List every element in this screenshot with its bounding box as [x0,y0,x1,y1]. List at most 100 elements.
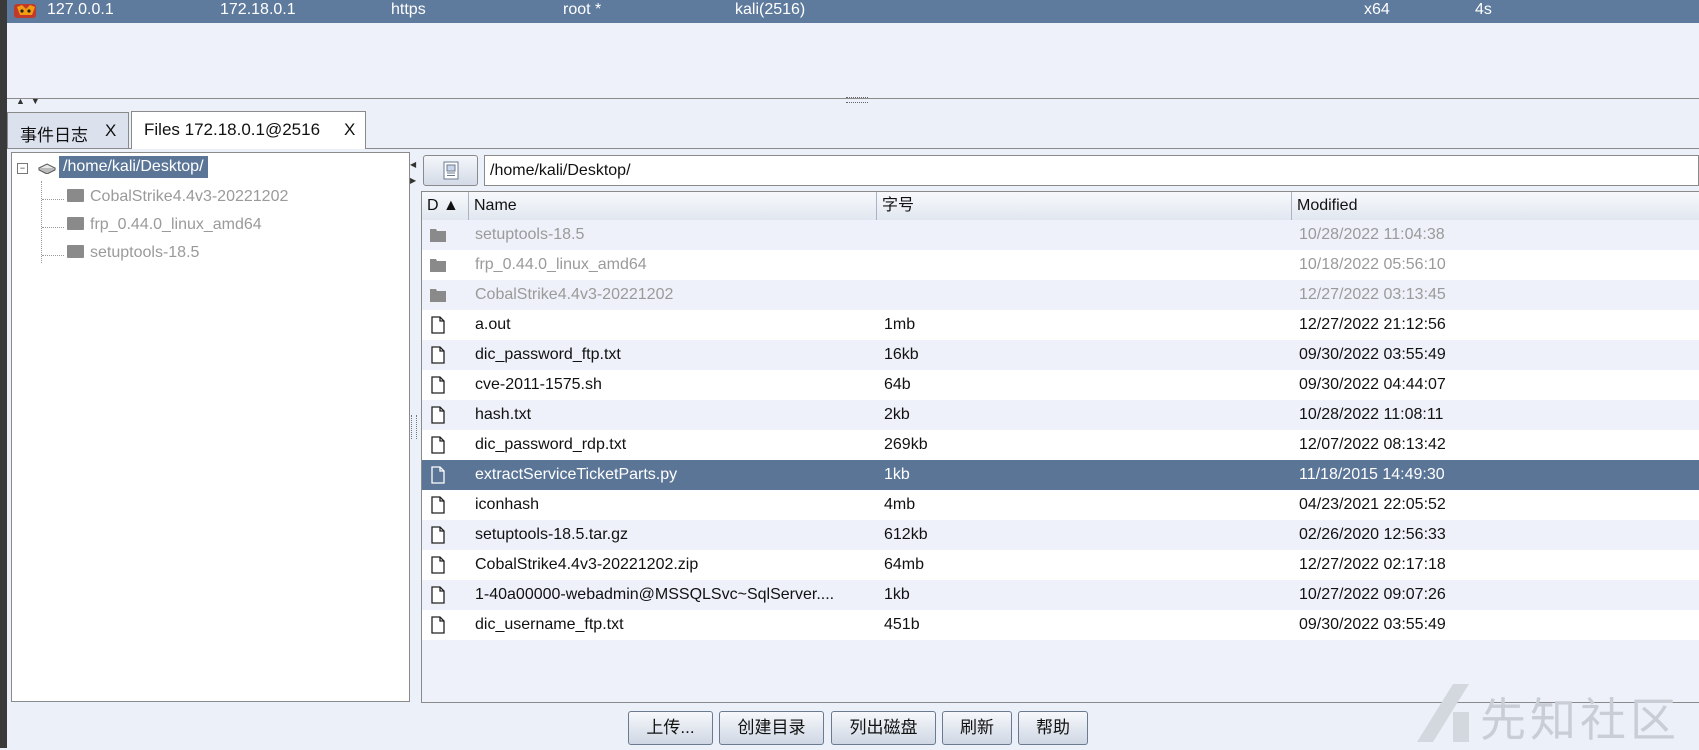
table-row[interactable]: dic_password_ftp.txt 16kb 09/30/2022 03:55… [422,340,1699,370]
tree-item[interactable]: CobalStrike4.4v3-20221202 [67,188,288,206]
file-name: dic_password_rdp.txt [475,436,627,453]
file-icon [431,586,445,604]
file-modified: 12/07/2022 08:13:42 [1299,436,1446,453]
vertical-splitter-grip[interactable] [411,415,417,439]
directory-tree[interactable]: − /home/kali/Desktop/ CobalStrike4.4v3-2… [11,152,410,702]
tab-event-log-close[interactable]: X [105,121,116,141]
folder-icon [67,217,84,230]
file-modified: 11/18/2015 14:49:30 [1299,466,1445,483]
file-name: a.out [475,316,511,333]
file-name: CobalStrike4.4v3-20221202 [475,286,674,303]
table-row[interactable]: a.out 1mb 12/27/2022 21:12:56 [422,310,1699,340]
folder-icon [67,245,84,258]
file-name: 1-40a00000-webadmin@MSSQLSvc~SqlServer..… [475,586,835,603]
file-size: 451b [884,616,920,633]
file-name: setuptools-18.5.tar.gz [475,526,628,543]
folder-icon [430,289,446,302]
splitter-grip[interactable] [846,97,868,103]
file-modified: 09/30/2022 03:55:49 [1299,346,1446,363]
tree-item[interactable]: setuptools-18.5 [67,244,199,262]
tree-item-label: frp_0.44.0_linux_amd64 [90,216,262,233]
list-drives-button[interactable]: 列出磁盘 [831,711,936,745]
table-row[interactable]: hash.txt 2kb 10/28/2022 11:08:11 [422,400,1699,430]
tab-files-close[interactable]: X [344,120,355,140]
file-name: frp_0.44.0_linux_amd64 [475,256,647,273]
folder-icon [430,259,446,272]
tree-connector [42,199,64,200]
file-modified: 10/28/2022 11:04:38 [1299,226,1445,243]
tree-connector [42,227,64,228]
column-header-modified[interactable]: Modified [1292,192,1699,220]
tab-files[interactable]: Files 172.18.0.1@2516 X [131,111,366,149]
file-icon [431,406,445,424]
session-arch: x64 [1364,1,1390,18]
file-name: CobalStrike4.4v3-20221202.zip [475,556,699,573]
tree-root[interactable]: /home/kali/Desktop/ [59,156,208,178]
column-header-d[interactable]: D ▲ [422,192,469,220]
watermark-logo-icon [1417,684,1469,742]
upload-button[interactable]: 上传... [628,711,713,745]
create-directory-button[interactable]: 创建目录 [719,711,824,745]
file-modified: 09/30/2022 04:44:07 [1299,376,1446,393]
tree-connector [42,255,64,256]
file-icon [431,556,445,574]
file-name: dic_password_ftp.txt [475,346,621,363]
file-name: dic_username_ftp.txt [475,616,624,633]
tab-event-log-label: 事件日志 [20,126,88,145]
session-external-ip: 127.0.0.1 [47,1,114,18]
file-icon [431,346,445,364]
refresh-button[interactable]: 刷新 [942,711,1012,745]
tab-event-log[interactable]: 事件日志 X [7,112,129,148]
file-size: 2kb [884,406,910,423]
table-row[interactable]: dic_username_ftp.txt 451b 09/30/2022 03:55… [422,610,1699,640]
file-table[interactable]: D ▲ Name 字号 Modified setuptools-18.5 10/2… [421,191,1699,703]
session-last: 4s [1475,1,1492,18]
file-size: 64mb [884,556,925,573]
window-edge [0,0,7,748]
tree-collapse-icon[interactable]: − [17,163,28,174]
file-name: cve-2011-1575.sh [475,376,602,393]
table-row[interactable]: iconhash 4mb 04/23/2021 22:05:52 [422,490,1699,520]
table-row[interactable]: extractServiceTicketParts.py 1kb 11/18/201… [422,460,1699,490]
folder-icon [430,229,446,242]
tree-item[interactable]: frp_0.44.0_linux_amd64 [67,216,262,234]
table-row[interactable]: cve-2011-1575.sh 64b 09/30/2022 04:44:07 [422,370,1699,400]
splitter-arrows-icon[interactable]: ▲▼ [16,96,46,106]
table-header: D ▲ Name 字号 Modified [422,192,1699,221]
parent-directory-button[interactable] [423,155,478,186]
column-header-size[interactable]: 字号 [877,192,1292,220]
vertical-splitter-arrows-icon[interactable]: ◀ ▶ [410,157,416,189]
file-size: 64b [884,376,911,393]
file-name: extractServiceTicketParts.py [475,466,678,483]
file-name: setuptools-18.5 [475,226,585,243]
path-input[interactable] [484,155,1699,186]
table-row[interactable]: dic_password_rdp.txt 269kb 12/07/2022 08:1… [422,430,1699,460]
column-header-name[interactable]: Name [469,192,877,220]
table-row[interactable]: frp_0.44.0_linux_amd64 10/18/2022 05:56:1… [422,250,1699,280]
file-size: 4mb [884,496,916,513]
watermark-text: 先知社区 [1480,693,1680,747]
tab-files-label: Files 172.18.0.1@2516 [144,120,321,139]
file-modified: 10/18/2022 05:56:10 [1299,256,1446,273]
table-row[interactable]: CobalStrike4.4v3-20221202 12/27/2022 03:1… [422,280,1699,310]
tree-item-label: CobalStrike4.4v3-20221202 [90,188,289,205]
file-size: 1mb [884,316,916,333]
tree-item-label: setuptools-18.5 [90,244,200,261]
tree-connector [41,181,42,263]
drive-icon [38,163,56,174]
session-list-area[interactable] [7,23,1699,98]
folder-icon [67,189,84,202]
file-icon [431,526,445,544]
help-button[interactable]: 帮助 [1018,711,1088,745]
file-size: 1kb [884,586,910,603]
file-modified: 09/30/2022 03:55:49 [1299,616,1446,633]
table-row[interactable]: 1-40a00000-webadmin@MSSQLSvc~SqlServer..… [422,580,1699,610]
table-row[interactable]: CobalStrike4.4v3-20221202.zip 64mb 12/27/2… [422,550,1699,580]
table-row[interactable]: setuptools-18.5 10/28/2022 11:04:38 [422,220,1699,250]
folder-up-icon [443,161,459,180]
table-row[interactable]: setuptools-18.5.tar.gz 612kb 02/26/2020 12… [422,520,1699,550]
file-name: hash.txt [475,406,532,423]
file-icon [431,436,445,454]
session-row[interactable]: 127.0.0.1 172.18.0.1 https root * kali(2… [7,0,1699,23]
file-size: 1kb [884,466,910,483]
